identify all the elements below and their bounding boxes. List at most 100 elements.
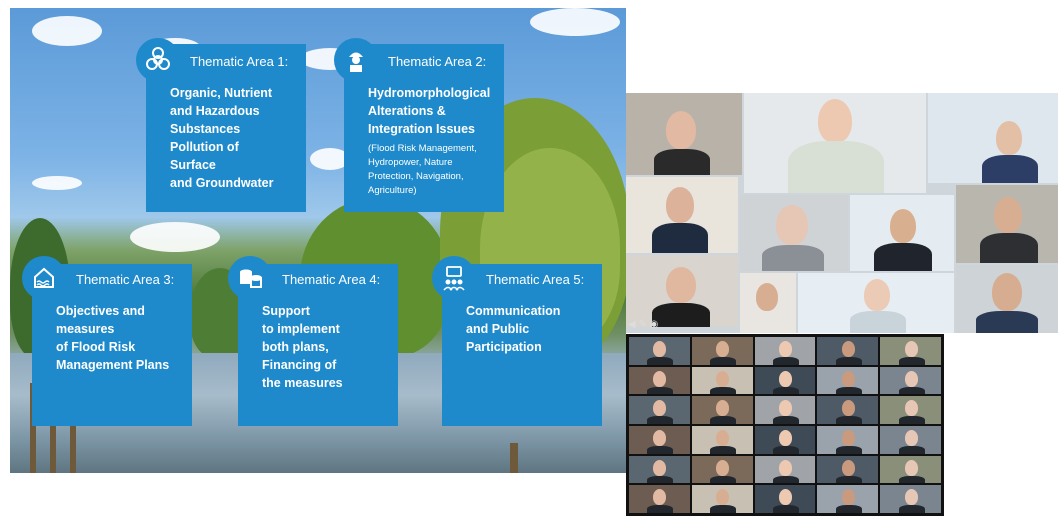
participant-video-tile[interactable] [754, 337, 816, 365]
participant-face [841, 489, 855, 506]
participant-face [666, 267, 696, 303]
thematic-area-2-heading: Thematic Area 2: [388, 54, 487, 69]
participant-video-tile[interactable] [817, 455, 879, 484]
thematic-area-5-text: Communication and Public Participation [466, 302, 596, 356]
text-line: to implement [262, 322, 340, 336]
cloud [530, 8, 620, 36]
participant-body [898, 386, 925, 395]
participant-video-tile[interactable] [880, 455, 941, 484]
text-line: Participation [466, 340, 542, 354]
participant-body [710, 446, 737, 454]
thematic-area-1-text: Organic, Nutrient and Hazardous Substanc… [170, 84, 300, 192]
participant-video-tile[interactable] [626, 255, 738, 327]
participant-face [653, 400, 667, 417]
participant-face [716, 459, 730, 476]
participant-body [980, 233, 1038, 263]
hand-icon[interactable]: ◉ [650, 319, 659, 330]
participant-video-tile[interactable] [850, 195, 954, 271]
participant-video-tile[interactable] [956, 185, 1058, 263]
thematic-area-3-heading: Thematic Area 3: [76, 272, 175, 287]
participant-video-tile[interactable] [798, 273, 954, 333]
participant-video-tile[interactable] [626, 93, 742, 175]
participant-face [904, 341, 918, 357]
participant-video-tile[interactable] [691, 455, 753, 484]
participant-video-tile[interactable] [880, 396, 941, 424]
participant-video-tile[interactable] [817, 366, 879, 395]
thematic-area-4-text: Support to implement both plans, Financi… [262, 302, 392, 392]
text-line: Substances [170, 122, 241, 136]
participant-video-tile[interactable] [928, 93, 1058, 183]
participant-body [788, 141, 884, 193]
participant-video-tile[interactable] [880, 337, 941, 365]
participant-face [778, 400, 792, 417]
participant-body [772, 475, 799, 484]
participant-video-tile[interactable] [691, 485, 753, 513]
participant-video-tile[interactable] [740, 273, 796, 333]
participant-body [898, 475, 925, 484]
participant-video-tile[interactable] [626, 177, 738, 253]
participant-body [898, 505, 925, 513]
participant-face [818, 99, 852, 143]
participant-video-tile[interactable] [754, 455, 816, 484]
participant-body [647, 357, 674, 365]
participant-video-tile[interactable] [691, 426, 753, 454]
participant-video-tile[interactable] [817, 426, 879, 454]
participant-video-tile[interactable] [754, 426, 816, 454]
participant-face [653, 341, 667, 357]
participant-face [778, 370, 792, 387]
participant-face [653, 489, 667, 506]
participant-video-tile[interactable] [744, 93, 926, 193]
text-line: Integration Issues [368, 122, 475, 136]
participant-video-tile[interactable] [629, 396, 690, 424]
participant-video-tile[interactable] [880, 426, 941, 454]
participant-video-tile[interactable] [629, 426, 690, 454]
participant-face [716, 370, 730, 387]
text-line: both plans, [262, 340, 329, 354]
participant-face [716, 341, 730, 357]
video-call-gallery-bottom [626, 334, 944, 516]
participant-body [647, 446, 674, 454]
participant-video-tile[interactable] [817, 485, 879, 513]
camera-icon[interactable]: ◀ [628, 319, 636, 330]
participant-video-tile[interactable] [754, 396, 816, 424]
participant-body [835, 416, 862, 424]
chat-people-icon [432, 256, 476, 300]
participant-video-tile[interactable] [817, 396, 879, 424]
participant-body [835, 505, 862, 513]
participant-video-tile[interactable] [880, 485, 941, 513]
participant-video-tile[interactable] [629, 455, 690, 484]
pen-icon[interactable]: ✎ [638, 319, 646, 330]
participant-face [653, 370, 667, 387]
participant-video-tile[interactable] [880, 366, 941, 395]
participant-face [841, 430, 855, 446]
participant-video-tile[interactable] [629, 337, 690, 365]
text-line: Management Plans [56, 358, 170, 372]
participant-video-tile[interactable] [629, 485, 690, 513]
participant-video-tile[interactable] [691, 337, 753, 365]
video-call-gallery-top: ◀ ✎ ◉ [626, 93, 1058, 333]
text-line: Objectives and [56, 304, 145, 318]
participant-video-tile[interactable] [691, 396, 753, 424]
participant-face [904, 370, 918, 387]
participant-body [850, 311, 906, 333]
participant-video-tile[interactable] [740, 195, 848, 271]
participant-face [841, 341, 855, 357]
thematic-area-2-subtext: (Flood Risk Management, Hydropower, Natu… [368, 143, 477, 196]
participant-face [778, 489, 792, 506]
participant-video-tile[interactable] [956, 265, 1058, 333]
participant-face [756, 283, 778, 311]
participant-video-tile[interactable] [691, 366, 753, 395]
participant-body [710, 475, 737, 484]
participant-body [835, 386, 862, 395]
participant-video-tile[interactable] [817, 337, 879, 365]
participant-video-tile[interactable] [754, 485, 816, 513]
participant-grid [628, 336, 942, 514]
participant-video-tile[interactable] [754, 366, 816, 395]
flood-house-icon [22, 256, 66, 300]
participant-face [841, 459, 855, 476]
participant-face [890, 209, 916, 243]
participant-video-tile[interactable] [629, 366, 690, 395]
participant-face [904, 430, 918, 446]
cloud [130, 222, 220, 252]
text-line: Communication [466, 304, 561, 318]
